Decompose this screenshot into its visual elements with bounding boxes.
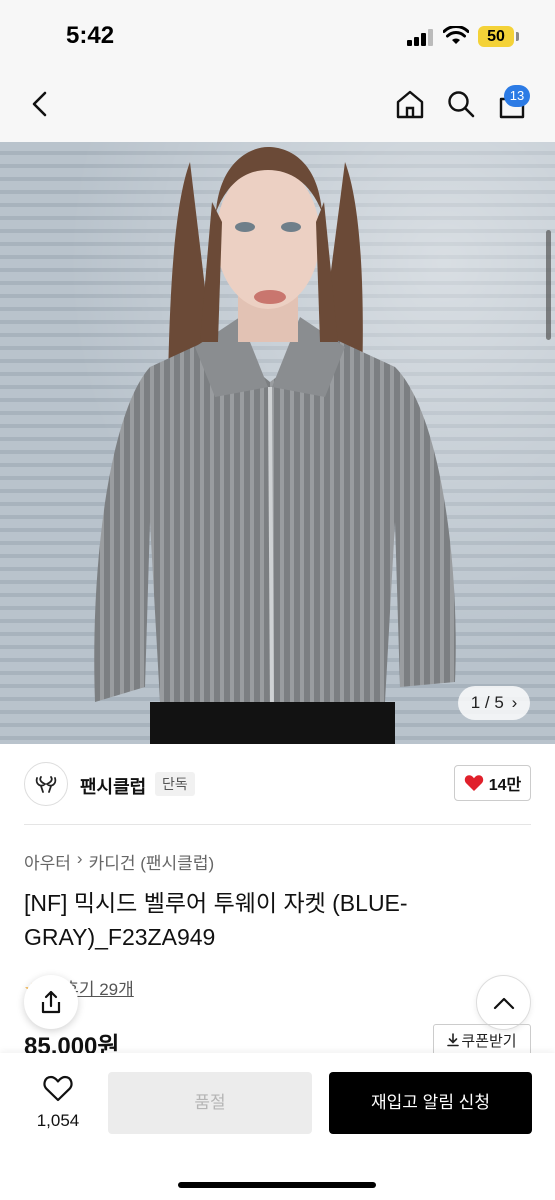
battery-icon: 50	[478, 26, 514, 47]
chevron-up-icon	[493, 997, 514, 1009]
search-button[interactable]	[441, 84, 481, 124]
bottom-action-bar: 1,054 품절 재입고 알림 신청	[0, 1053, 555, 1200]
download-icon	[447, 1033, 460, 1047]
back-arrow-icon	[32, 91, 47, 117]
chevron-right-icon: ›	[511, 693, 518, 712]
top-nav-bar	[0, 70, 555, 142]
scroll-top-button[interactable]	[476, 975, 531, 1030]
status-bar: 5:42 50	[0, 0, 555, 70]
product-image-gallery[interactable]: 1 / 5 ›	[0, 142, 555, 744]
home-indicator[interactable]	[178, 1182, 376, 1188]
home-icon	[396, 90, 424, 119]
share-icon	[41, 990, 61, 1014]
status-time: 5:42	[66, 22, 115, 49]
wifi-icon	[443, 26, 469, 44]
battery-tip	[516, 32, 519, 41]
brand-logo-icon	[35, 776, 57, 793]
share-button[interactable]	[24, 975, 78, 1029]
product-photo	[94, 147, 456, 744]
brand-logo[interactable]	[24, 762, 68, 806]
breadcrumb: 아우터 › 카디건 (팬시클럽)	[24, 849, 214, 874]
brand-name[interactable]: 팬시클럽	[80, 773, 146, 799]
breadcrumb-item[interactable]: 아우터	[24, 849, 71, 874]
coupon-label: 쿠폰받기	[461, 1032, 517, 1050]
heart-icon	[43, 1075, 73, 1102]
back-button[interactable]	[20, 84, 60, 124]
page-scrollbar[interactable]	[546, 230, 551, 340]
exclusive-badge: 단독	[155, 772, 195, 796]
breadcrumb-item[interactable]: 카디건 (팬시클럽)	[89, 849, 215, 874]
coupon-button[interactable]: 쿠폰받기	[433, 1024, 531, 1056]
heart-icon	[464, 775, 483, 791]
like-button[interactable]: 14만	[454, 765, 531, 801]
product-title: [NF] 믹시드 벨루어 투웨이 자켓 (BLUE-GRAY)_F23ZA949	[24, 890, 408, 950]
divider	[24, 824, 531, 825]
chevron-right-icon: ›	[76, 849, 83, 868]
like-count: 14만	[488, 777, 522, 794]
signal-icon	[407, 28, 435, 46]
search-icon	[448, 91, 475, 118]
wishlist-count: 1,054	[36, 1111, 80, 1130]
restock-alert-button[interactable]: 재입고 알림 신청	[329, 1072, 532, 1134]
image-counter[interactable]: 1 / 5 ›	[458, 686, 530, 720]
home-button[interactable]	[390, 84, 430, 124]
soldout-button: 품절	[108, 1072, 312, 1134]
cart-count-badge: 13	[504, 85, 530, 107]
wishlist-button[interactable]: 1,054	[30, 1075, 86, 1131]
